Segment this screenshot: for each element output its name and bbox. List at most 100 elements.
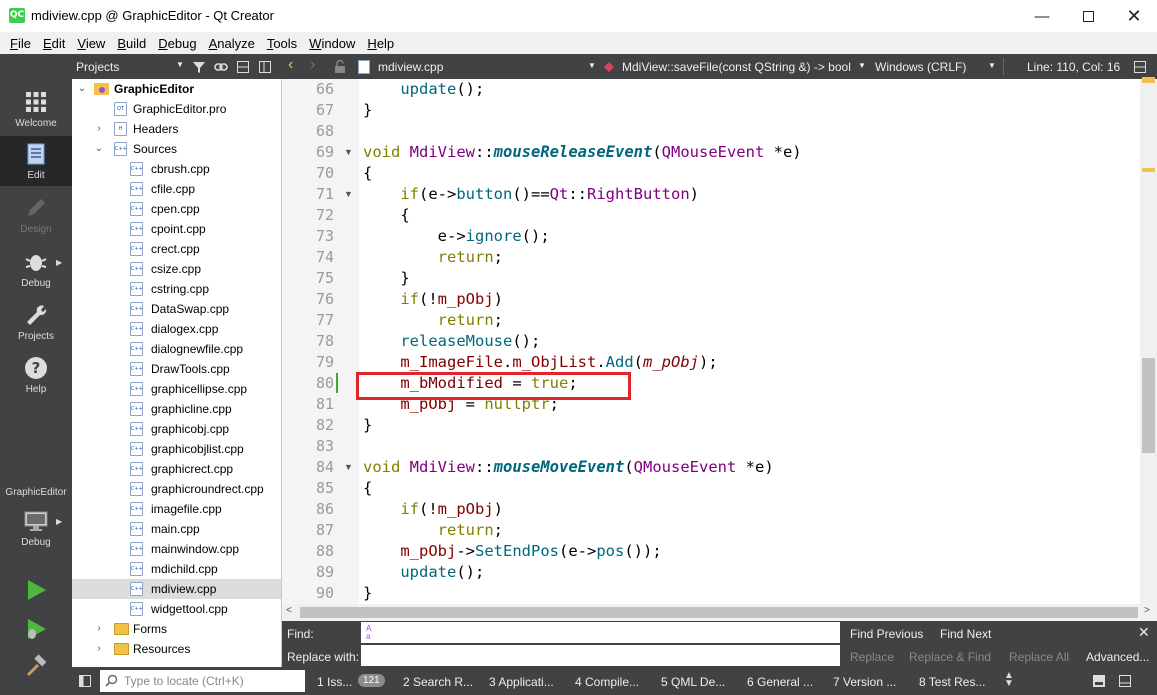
find-previous-button[interactable]: Find Previous <box>850 627 923 641</box>
tree-item-file[interactable]: C++ imagefile.cpp <box>72 499 281 519</box>
progress-details-icon[interactable] <box>1092 674 1106 688</box>
replace-button[interactable]: Replace <box>850 650 894 664</box>
menu-build[interactable]: Build <box>111 36 152 51</box>
chevron-down-icon[interactable]: ▼ <box>176 60 184 69</box>
vertical-scrollbar[interactable] <box>1140 77 1157 604</box>
output-tab-search[interactable]: 2 Search R... <box>403 675 473 689</box>
close-window-button[interactable]: ✕ <box>1111 0 1157 32</box>
chevron-down-icon[interactable]: ▼ <box>988 61 996 70</box>
tree-item-file[interactable]: C++ graphicrect.cpp <box>72 459 281 479</box>
horizontal-scrollbar[interactable]: < > <box>282 604 1157 621</box>
tree-item-file[interactable]: C++ crect.cpp <box>72 239 281 259</box>
tree-item-file[interactable]: C++ graphicobj.cpp <box>72 419 281 439</box>
replace-all-button[interactable]: Replace All <box>1009 650 1069 664</box>
locator-input[interactable]: Type to locate (Ctrl+K) <box>100 670 305 692</box>
case-sensitive-icon[interactable]: Aa <box>366 625 372 641</box>
toggle-sidebar-icon[interactable] <box>78 674 92 688</box>
close-find-icon[interactable]: ✕ <box>1138 624 1150 641</box>
tree-item-file[interactable]: C++ DrawTools.cpp <box>72 359 281 379</box>
tree-item-root[interactable]: ⌄ GraphicEditor <box>72 79 281 99</box>
tree-item-pro[interactable]: QT GraphicEditor.pro <box>72 99 281 119</box>
find-next-button[interactable]: Find Next <box>940 627 991 641</box>
build-hammer-icon[interactable] <box>24 654 48 678</box>
tree-item-file[interactable]: C++ graphicroundrect.cpp <box>72 479 281 499</box>
back-arrow-icon[interactable]: ‹ <box>288 56 293 74</box>
find-input[interactable]: Aa <box>361 622 840 643</box>
output-tab-compile[interactable]: 4 Compile... <box>575 675 639 689</box>
scrollbar-thumb[interactable] <box>1142 358 1155 453</box>
minimize-button[interactable]: — <box>1019 0 1065 32</box>
replace-input[interactable] <box>361 645 840 666</box>
close-pane-icon[interactable] <box>258 60 272 74</box>
output-tab-qml[interactable]: 5 QML De... <box>661 675 725 689</box>
mode-projects[interactable]: Projects <box>0 297 72 349</box>
tree-item-file[interactable]: C++ mainwindow.cpp <box>72 539 281 559</box>
open-file-selector[interactable]: mdiview.cpp <box>378 60 443 74</box>
lock-icon[interactable] <box>334 60 346 73</box>
fold-arrow-icon[interactable]: ▼ <box>344 457 353 478</box>
output-tab-issues[interactable]: 1 Iss... <box>317 675 352 689</box>
tree-item-file[interactable]: C++ graphicobjlist.cpp <box>72 439 281 459</box>
tree-item-sources[interactable]: ⌄ C++ Sources <box>72 139 281 159</box>
tree-item-file[interactable]: C++ mdichild.cpp <box>72 559 281 579</box>
mode-help[interactable]: ? Help <box>0 350 72 402</box>
tree-item-file[interactable]: C++ cstring.cpp <box>72 279 281 299</box>
tree-item-file[interactable]: C++ DataSwap.cpp <box>72 299 281 319</box>
fold-arrow-icon[interactable]: ▼ <box>344 142 353 163</box>
menu-file[interactable]: File <box>4 36 37 51</box>
tree-item-file[interactable]: C++ graphicline.cpp <box>72 399 281 419</box>
scroll-right-icon[interactable]: > <box>1144 605 1150 616</box>
tree-item-file[interactable]: C++ cpoint.cpp <box>72 219 281 239</box>
output-tab-application[interactable]: 3 Applicati... <box>489 675 554 689</box>
symbol-selector[interactable]: MdiView::saveFile(const QString &) -> bo… <box>622 60 851 74</box>
chevron-down-icon[interactable]: ▼ <box>858 61 866 70</box>
split-icon[interactable] <box>1133 60 1147 74</box>
tree-item-forms[interactable]: › Forms <box>72 619 281 639</box>
debug-run-icon[interactable] <box>24 617 48 641</box>
tree-item-file[interactable]: C++ mdiview.cpp <box>72 579 281 599</box>
more-tabs-icon[interactable]: ▲ ▼ <box>1004 671 1014 689</box>
mode-edit[interactable]: Edit <box>0 136 72 186</box>
replace-find-button[interactable]: Replace & Find <box>909 650 991 664</box>
mode-design[interactable]: Design <box>0 190 72 242</box>
output-tab-general[interactable]: 6 General ... <box>747 675 813 689</box>
tree-item-file[interactable]: C++ dialognewfile.cpp <box>72 339 281 359</box>
menu-view[interactable]: View <box>71 36 111 51</box>
scroll-left-icon[interactable]: < <box>286 605 292 616</box>
advanced-button[interactable]: Advanced... <box>1086 650 1149 664</box>
forward-arrow-icon[interactable]: › <box>310 56 315 74</box>
kit-selector[interactable]: ▶ Debug <box>0 503 72 555</box>
fold-arrow-icon[interactable]: ▼ <box>344 184 353 205</box>
mode-debug[interactable]: ▶ Debug <box>0 244 72 296</box>
line-ending-selector[interactable]: Windows (CRLF) <box>875 60 966 74</box>
projects-view-selector[interactable]: Projects <box>76 60 119 74</box>
menu-help[interactable]: Help <box>361 36 400 51</box>
menu-tools[interactable]: Tools <box>261 36 303 51</box>
maximize-button[interactable] <box>1065 0 1111 32</box>
menu-debug[interactable]: Debug <box>152 36 202 51</box>
tree-item-file[interactable]: C++ graphicellipse.cpp <box>72 379 281 399</box>
tree-item-file[interactable]: C++ csize.cpp <box>72 259 281 279</box>
tree-item-file[interactable]: C++ dialogex.cpp <box>72 319 281 339</box>
split-icon[interactable] <box>236 60 250 74</box>
tree-item-file[interactable]: C++ cfile.cpp <box>72 179 281 199</box>
tree-item-resources[interactable]: › Resources <box>72 639 281 659</box>
filter-icon[interactable] <box>192 60 206 74</box>
chevron-down-icon[interactable]: ▼ <box>588 61 596 70</box>
menu-edit[interactable]: Edit <box>37 36 71 51</box>
tree-item-file[interactable]: C++ cpen.cpp <box>72 199 281 219</box>
tree-item-file[interactable]: C++ main.cpp <box>72 519 281 539</box>
toggle-output-icon[interactable] <box>1118 674 1132 688</box>
link-icon[interactable] <box>214 60 228 74</box>
tree-item-file[interactable]: C++ widgettool.cpp <box>72 599 281 619</box>
menu-window[interactable]: Window <box>303 36 361 51</box>
cursor-position[interactable]: Line: 110, Col: 16 <box>1027 60 1120 74</box>
output-tab-version[interactable]: 7 Version ... <box>833 675 896 689</box>
scrollbar-thumb[interactable] <box>300 607 1138 618</box>
menu-analyze[interactable]: Analyze <box>203 36 261 51</box>
mode-welcome[interactable]: Welcome <box>0 84 72 136</box>
tree-item-headers[interactable]: › H Headers <box>72 119 281 139</box>
tree-item-file[interactable]: C++ cbrush.cpp <box>72 159 281 179</box>
output-tab-test-results[interactable]: 8 Test Res... <box>919 675 985 689</box>
run-icon[interactable] <box>24 578 48 602</box>
